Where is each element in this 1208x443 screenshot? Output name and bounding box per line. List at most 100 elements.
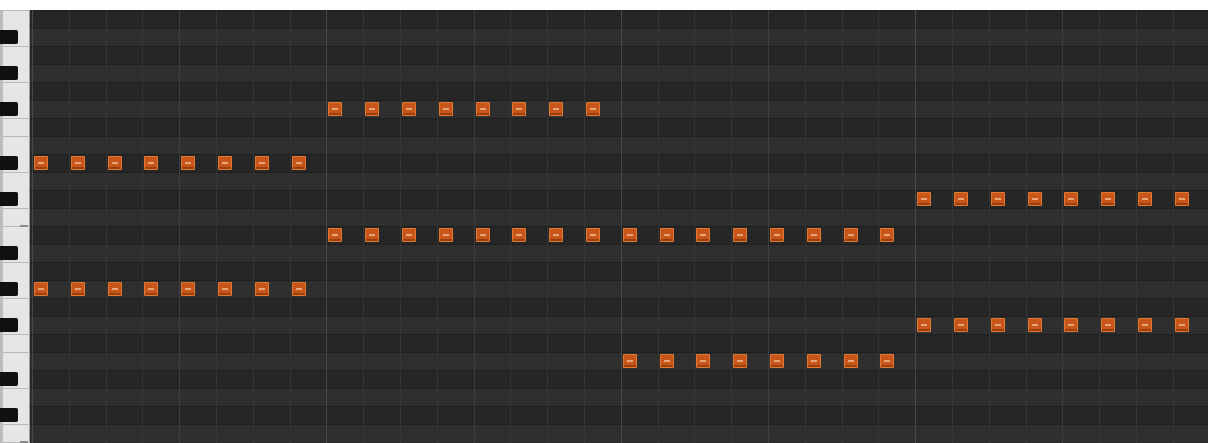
black-key[interactable]: [0, 66, 18, 80]
pitch-row[interactable]: [30, 118, 1208, 136]
midi-note[interactable]: [1138, 318, 1152, 332]
midi-note[interactable]: [1028, 318, 1042, 332]
midi-note[interactable]: [181, 156, 195, 170]
midi-note[interactable]: [1175, 192, 1189, 206]
midi-note[interactable]: [623, 228, 637, 242]
pitch-row[interactable]: [30, 370, 1208, 388]
midi-note[interactable]: [770, 228, 784, 242]
midi-note[interactable]: [402, 228, 416, 242]
midi-note[interactable]: [991, 318, 1005, 332]
midi-note[interactable]: [586, 102, 600, 116]
black-key[interactable]: [0, 282, 18, 296]
piano-keyboard[interactable]: [0, 10, 30, 443]
pitch-row[interactable]: [30, 28, 1208, 46]
black-key[interactable]: [0, 318, 18, 332]
midi-note[interactable]: [549, 102, 563, 116]
pitch-row[interactable]: [30, 298, 1208, 316]
midi-note[interactable]: [328, 102, 342, 116]
midi-note[interactable]: [1101, 192, 1115, 206]
black-key[interactable]: [0, 30, 18, 44]
pitch-row[interactable]: [30, 82, 1208, 100]
pitch-row[interactable]: [30, 244, 1208, 262]
midi-note[interactable]: [71, 156, 85, 170]
pitch-row[interactable]: [30, 406, 1208, 424]
midi-note[interactable]: [181, 282, 195, 296]
midi-note[interactable]: [917, 192, 931, 206]
pitch-row[interactable]: [30, 154, 1208, 172]
black-key[interactable]: [0, 408, 18, 422]
midi-note[interactable]: [439, 228, 453, 242]
midi-note[interactable]: [549, 228, 563, 242]
pitch-row[interactable]: [30, 280, 1208, 298]
note-grid[interactable]: [30, 10, 1208, 443]
midi-note[interactable]: [402, 102, 416, 116]
midi-note[interactable]: [1175, 318, 1189, 332]
pitch-row[interactable]: [30, 424, 1208, 442]
midi-note[interactable]: [292, 156, 306, 170]
pitch-row[interactable]: [30, 226, 1208, 244]
midi-note[interactable]: [71, 282, 85, 296]
midi-note[interactable]: [880, 228, 894, 242]
pitch-row[interactable]: [30, 10, 1208, 28]
midi-note[interactable]: [328, 228, 342, 242]
midi-note[interactable]: [292, 282, 306, 296]
midi-note[interactable]: [34, 282, 48, 296]
midi-note[interactable]: [696, 228, 710, 242]
midi-note[interactable]: [807, 354, 821, 368]
midi-note[interactable]: [255, 156, 269, 170]
midi-note[interactable]: [365, 102, 379, 116]
pitch-row[interactable]: [30, 136, 1208, 154]
midi-note[interactable]: [696, 354, 710, 368]
black-key[interactable]: [0, 372, 18, 386]
midi-note[interactable]: [807, 228, 821, 242]
midi-note[interactable]: [844, 228, 858, 242]
piano-roll-editor[interactable]: [0, 10, 1208, 443]
midi-note[interactable]: [917, 318, 931, 332]
midi-note[interactable]: [218, 156, 232, 170]
midi-note[interactable]: [108, 282, 122, 296]
midi-note[interactable]: [660, 354, 674, 368]
pitch-row[interactable]: [30, 388, 1208, 406]
pitch-row[interactable]: [30, 334, 1208, 352]
midi-note[interactable]: [1064, 318, 1078, 332]
midi-note[interactable]: [991, 192, 1005, 206]
midi-note[interactable]: [512, 228, 526, 242]
midi-note[interactable]: [1028, 192, 1042, 206]
midi-note[interactable]: [108, 156, 122, 170]
midi-note[interactable]: [365, 228, 379, 242]
midi-note[interactable]: [660, 228, 674, 242]
midi-note[interactable]: [844, 354, 858, 368]
midi-note[interactable]: [623, 354, 637, 368]
pitch-row[interactable]: [30, 262, 1208, 280]
white-key-divider: [0, 424, 30, 425]
pitch-row[interactable]: [30, 172, 1208, 190]
midi-note[interactable]: [954, 318, 968, 332]
midi-note[interactable]: [770, 354, 784, 368]
midi-note[interactable]: [954, 192, 968, 206]
pitch-row[interactable]: [30, 100, 1208, 118]
pitch-row[interactable]: [30, 46, 1208, 64]
midi-note[interactable]: [144, 156, 158, 170]
midi-note[interactable]: [733, 228, 747, 242]
midi-note[interactable]: [476, 102, 490, 116]
midi-note[interactable]: [1064, 192, 1078, 206]
midi-note[interactable]: [34, 156, 48, 170]
black-key[interactable]: [0, 156, 18, 170]
black-key[interactable]: [0, 246, 18, 260]
midi-note[interactable]: [439, 102, 453, 116]
pitch-row[interactable]: [30, 64, 1208, 82]
black-key[interactable]: [0, 192, 18, 206]
midi-note[interactable]: [733, 354, 747, 368]
midi-note[interactable]: [144, 282, 158, 296]
midi-note[interactable]: [512, 102, 526, 116]
pitch-row[interactable]: [30, 352, 1208, 370]
midi-note[interactable]: [1101, 318, 1115, 332]
midi-note[interactable]: [476, 228, 490, 242]
midi-note[interactable]: [1138, 192, 1152, 206]
midi-note[interactable]: [880, 354, 894, 368]
midi-note[interactable]: [218, 282, 232, 296]
midi-note[interactable]: [255, 282, 269, 296]
midi-note[interactable]: [586, 228, 600, 242]
pitch-row[interactable]: [30, 208, 1208, 226]
black-key[interactable]: [0, 102, 18, 116]
